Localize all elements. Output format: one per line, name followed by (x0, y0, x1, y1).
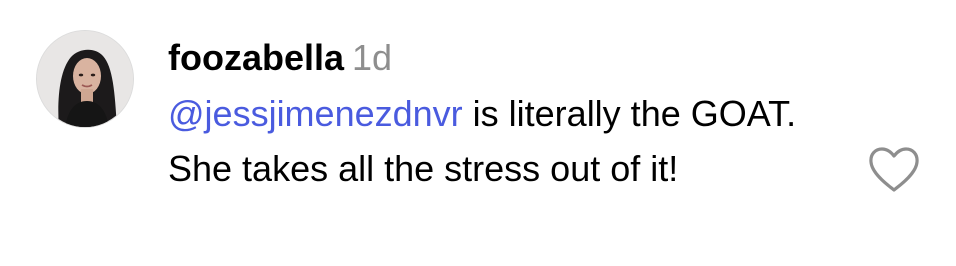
mention-link[interactable]: @jessjimenezdnvr (168, 93, 463, 134)
heart-outline-icon (869, 147, 919, 192)
comment-item: foozabella 1d @jessjimenezdnvr is literal… (0, 0, 956, 266)
comment-text: @jessjimenezdnvr is literally the GOAT. … (168, 86, 838, 196)
avatar[interactable] (36, 30, 134, 128)
comment-timestamp[interactable]: 1d (352, 37, 392, 78)
username-link[interactable]: foozabella (168, 37, 344, 78)
comment-header: foozabella 1d (168, 34, 838, 82)
like-button[interactable] (866, 144, 922, 196)
profile-photo-icon (37, 31, 133, 127)
comment-content: foozabella 1d @jessjimenezdnvr is literal… (168, 34, 838, 196)
